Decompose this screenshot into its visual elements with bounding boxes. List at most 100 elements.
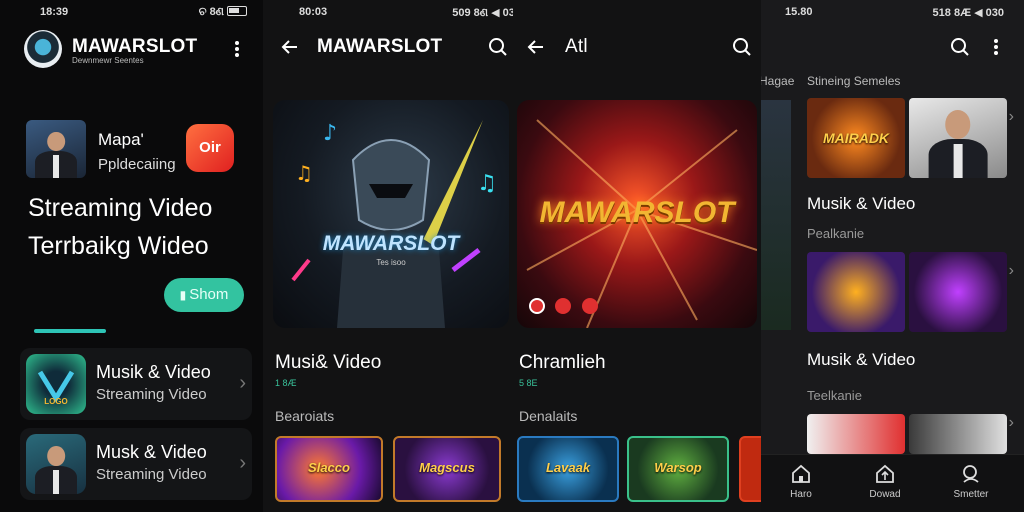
- home-icon: [792, 464, 810, 483]
- list-item-thumbnail: LOGO: [26, 354, 86, 414]
- nav-label: Smetter: [953, 489, 989, 500]
- featured-card[interactable]: MAWARSLOT: [517, 100, 757, 328]
- section-subtitle: Teelkanie: [807, 388, 862, 403]
- tab-streaming[interactable]: Stineing Semeles: [807, 74, 900, 88]
- tab-home[interactable]: Hagae: [761, 74, 794, 88]
- card-logo-text: MAWARSLOT: [539, 196, 735, 229]
- status-time: 18:39: [40, 6, 69, 18]
- svg-text:LOGO: LOGO: [44, 397, 68, 406]
- status-time: 80:03: [299, 6, 328, 18]
- section-label: Denalaits: [519, 408, 578, 424]
- section-label: Bearoiats: [275, 408, 335, 424]
- screen-browse: 15.80 518 8Æ ◀ 030 Hagae Stineing Semele…: [761, 0, 1024, 512]
- grid-thumbnail[interactable]: [807, 414, 905, 454]
- game-card[interactable]: Warsop: [627, 436, 729, 502]
- screen-detail-music: 80:03 509 8ଣ ◀ 030 MAWARSLOT ♪ ♫ ♫ MAWAR…: [263, 0, 513, 512]
- more-vert-icon[interactable]: [226, 38, 248, 60]
- screen-detail-channel: Atl MAWARSLOT Chramlieh 5 8E Denalaits L…: [513, 0, 761, 512]
- chevron-right-icon[interactable]: ›: [1009, 108, 1014, 126]
- grid-thumbnail[interactable]: [909, 414, 1007, 454]
- nav-label: Dowad: [869, 489, 901, 500]
- play-icon[interactable]: [581, 298, 598, 314]
- action-icons: [529, 298, 598, 319]
- search-icon[interactable]: [487, 36, 509, 58]
- section-subtitle: 1 8Æ: [275, 378, 297, 388]
- nav-download[interactable]: Dowad: [855, 463, 915, 500]
- back-arrow-icon[interactable]: [525, 36, 547, 58]
- upload-icon: [876, 464, 894, 483]
- featured-name: Mapa': [98, 130, 144, 149]
- game-card[interactable]: Magscus: [393, 436, 501, 502]
- side-strip: [761, 100, 791, 330]
- screen-home: 18:39 ଚ 8ଣ MAWARSLOT Dewnmewr Seentes Ma…: [0, 0, 263, 512]
- grid-thumbnail[interactable]: [807, 252, 905, 332]
- status-indicators: 509 8ଣ ◀ 030: [452, 7, 513, 19]
- nav-search[interactable]: Smetter: [941, 463, 1001, 500]
- red-app-icon[interactable]: Oir: [186, 124, 234, 172]
- section-subtitle: Pealkanie: [807, 226, 865, 241]
- featured-card[interactable]: ♪ ♫ ♫ MAWARSLOT Tes isoo: [273, 100, 509, 328]
- game-card-title: Slacco: [308, 460, 350, 475]
- game-card[interactable]: Lavaak: [517, 436, 619, 502]
- list-item-subtitle: Streaming Video: [96, 386, 207, 403]
- section-title: Musi& Video: [275, 352, 382, 373]
- search-icon: [963, 465, 979, 483]
- list-item-thumbnail: [26, 434, 86, 494]
- chevron-right-icon[interactable]: ›: [1009, 414, 1014, 432]
- grid-thumbnail-title: MAIRADK: [822, 130, 890, 146]
- more-vert-icon[interactable]: [985, 36, 1007, 58]
- section-title: Musik & Video: [807, 350, 916, 369]
- list-item-subtitle: Streaming Video: [96, 466, 207, 483]
- back-arrow-icon[interactable]: [279, 36, 301, 58]
- app-logo: [24, 30, 62, 68]
- list-item[interactable]: LOGO Musik & Video Streaming Video ›: [20, 348, 252, 420]
- chevron-right-icon[interactable]: ›: [1009, 262, 1014, 280]
- battery-icon: [227, 6, 247, 16]
- heart-icon[interactable]: [529, 298, 545, 314]
- status-bar: 15.80 518 8Æ ◀ 030: [761, 6, 1024, 20]
- game-card[interactable]: [739, 436, 761, 502]
- status-time: 15.80: [785, 6, 813, 18]
- app-title: MAWARSLOT: [72, 36, 198, 57]
- section-title: Chramlieh: [519, 352, 606, 373]
- search-icon[interactable]: [949, 36, 971, 58]
- hero-line-2: Terrbaikg Wideo: [28, 232, 209, 260]
- nav-label: Haro: [790, 489, 812, 500]
- nav-home[interactable]: Haro: [771, 463, 831, 500]
- show-button[interactable]: ▮ Shom: [164, 278, 244, 312]
- game-card-title: Magscus: [419, 460, 475, 475]
- bottom-navigation: Haro Dowad Smetter: [761, 454, 1024, 512]
- page-title: Atl: [565, 36, 588, 57]
- search-icon[interactable]: [731, 36, 753, 58]
- page-title: MAWARSLOT: [317, 36, 443, 57]
- card-logo-text: MAWARSLOT: [322, 232, 460, 255]
- hero-line-1: Streaming Video: [28, 194, 213, 222]
- music-note-icon: ♫: [477, 171, 497, 196]
- section-subtitle: 5 8E: [519, 378, 538, 388]
- card-subtitle: Tes isoo: [376, 258, 406, 267]
- status-indicators: 518 8Æ ◀ 030: [932, 7, 1004, 19]
- app-subtitle: Dewnmewr Seentes: [72, 56, 144, 65]
- chevron-right-icon: ›: [239, 372, 246, 394]
- list-item-title: Musk & Video: [96, 442, 207, 462]
- list-item[interactable]: Musk & Video Streaming Video ›: [20, 428, 252, 500]
- grid-thumbnail[interactable]: [909, 98, 1007, 178]
- game-card-title: Warsop: [654, 460, 702, 475]
- music-note-icon: ♫: [295, 161, 313, 185]
- featured-subtitle: Ppldecaiing: [98, 156, 176, 173]
- knight-artwork: ♪ ♫ ♫: [291, 120, 497, 328]
- play-icon: ▮: [179, 288, 187, 302]
- featured-thumbnail[interactable]: [26, 120, 86, 178]
- person-image: [35, 131, 77, 178]
- chevron-right-icon: ›: [239, 452, 246, 474]
- status-bar: 18:39 ଚ 8ଣ: [0, 6, 263, 20]
- status-bar: 80:03 509 8ଣ ◀ 030: [263, 6, 513, 20]
- grid-thumbnail[interactable]: [909, 252, 1007, 332]
- share-icon[interactable]: [555, 298, 572, 314]
- game-card-title: Lavaak: [545, 460, 591, 475]
- music-note-icon: ♪: [323, 121, 337, 146]
- status-indicators: ଚ 8ଣ: [199, 6, 247, 19]
- grid-thumbnail[interactable]: MAIRADK: [807, 98, 905, 178]
- game-card[interactable]: Slacco: [275, 436, 383, 502]
- list-item-title: Musik & Video: [96, 362, 211, 382]
